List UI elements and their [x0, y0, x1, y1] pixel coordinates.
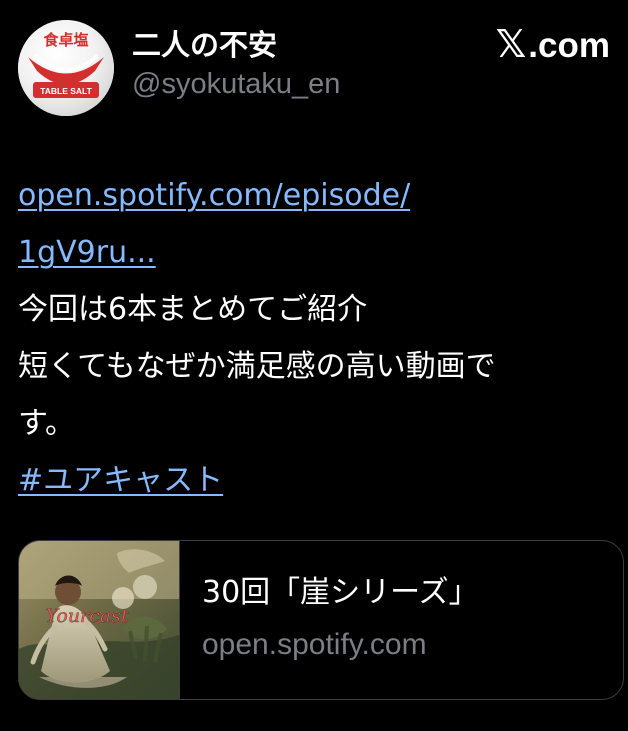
- tweet-text: open.spotify.com/episode/ 1gV9ru... 今回は6…: [18, 167, 610, 509]
- tweet-line-2: 短くてもなぜか満足感の高い動画で: [18, 349, 496, 384]
- x-logo-icon: 𝕏: [495, 24, 527, 66]
- avatar[interactable]: 食卓塩 TABLE SALT: [18, 20, 114, 116]
- card-text: 30回「崖シリーズ」 open.spotify.com: [180, 541, 623, 699]
- author-name[interactable]: 二人の不安: [132, 28, 340, 62]
- thumbnail-brand-text: Yourcast: [45, 605, 128, 627]
- author-info: 二人の不安 @syokutaku_en: [132, 28, 340, 101]
- tweet-header: 食卓塩 TABLE SALT 二人の不安 @syokutaku_en 𝕏 .co…: [18, 20, 610, 120]
- episode-link-line-1[interactable]: open.spotify.com/episode/: [18, 167, 610, 224]
- author-handle[interactable]: @syokutaku_en: [132, 67, 340, 101]
- tweet-line-1: 今回は6本まとめてご紹介: [18, 292, 368, 327]
- card-domain[interactable]: open.spotify.com: [202, 626, 623, 664]
- spotify-link-card[interactable]: Yourcast 30回「崖シリーズ」 open.spotify.com: [18, 540, 624, 700]
- tweet-line-3: す。: [18, 406, 75, 441]
- x-site-badge[interactable]: 𝕏 .com: [496, 26, 610, 66]
- podcast-thumbnail: Yourcast: [19, 541, 180, 699]
- site-label: .com: [528, 26, 610, 65]
- hashtag-link[interactable]: #ユアキャスト: [18, 452, 610, 509]
- episode-link-line-2[interactable]: 1gV9ru...: [18, 224, 610, 281]
- avatar-bottom-text: TABLE SALT: [40, 86, 92, 96]
- card-title[interactable]: 30回「崖シリーズ」: [202, 574, 623, 612]
- avatar-top-text: 食卓塩: [43, 31, 88, 49]
